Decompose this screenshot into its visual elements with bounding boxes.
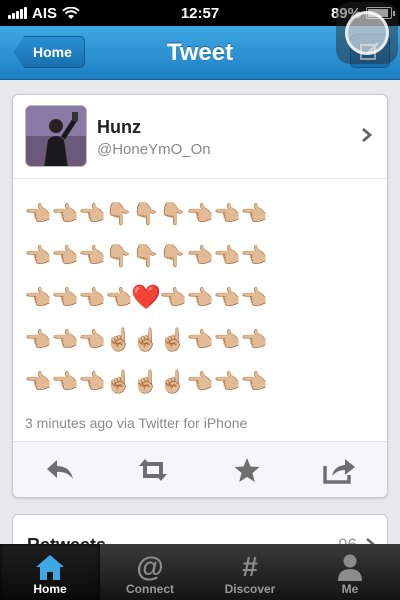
emoji: 👈🏼	[186, 327, 214, 352]
signal-icon	[8, 7, 27, 19]
emoji: 👈🏼	[186, 369, 214, 394]
emoji: 👈🏼	[186, 243, 214, 268]
emoji: 👈🏼	[78, 327, 106, 352]
profile-row[interactable]: Hunz @HoneYmO_On	[13, 95, 387, 179]
emoji: 👈🏼	[213, 201, 241, 226]
tab-home-label: Home	[33, 582, 67, 596]
emoji: 👇🏼	[132, 243, 160, 268]
tab-bar: Home @ Connect # Discover Me	[0, 544, 400, 600]
emoji: ☝🏼	[159, 327, 187, 352]
emoji: 👈🏼	[51, 201, 79, 226]
emoji: 👈🏼	[159, 285, 187, 310]
person-icon	[338, 554, 362, 581]
back-home-button[interactable]: Home	[14, 36, 85, 68]
home-icon	[36, 555, 64, 580]
tab-connect-label: Connect	[126, 582, 174, 596]
tweet-emoji-line: 👈🏼 👈🏼 👈🏼 👈🏼 ❤️ 👈🏼 👈🏼 👈🏼 👈🏼	[24, 277, 375, 319]
tab-discover-label: Discover	[224, 582, 276, 596]
reply-icon	[46, 459, 73, 479]
emoji: 👇🏼	[159, 243, 187, 268]
favorite-button[interactable]	[227, 450, 267, 490]
emoji: 👈🏼	[213, 327, 241, 352]
emoji: ☝🏼	[159, 369, 187, 394]
carrier-name: AIS	[32, 4, 58, 22]
emoji: 👈🏼	[78, 285, 106, 310]
emoji: ☝🏼	[132, 369, 160, 394]
tweet-action-bar	[13, 441, 387, 497]
user-name[interactable]: Hunz	[97, 117, 141, 138]
tweet-text: 👈🏼 👈🏼 👈🏼 👇🏼 👇🏼 👇🏼 👈🏼 👈🏼 👈🏼 👈🏼 👈🏼 👈🏼 👇🏼 👇🏼 👇🏼 👈🏼 👈🏼 👈🏼 👈🏼 👈🏼…	[13, 179, 387, 432]
emoji: 👇🏼	[105, 201, 133, 226]
emoji: ☝🏼	[132, 327, 160, 352]
emoji: 👈🏼	[24, 327, 52, 352]
emoji: ☝🏼	[105, 327, 133, 352]
emoji: 👇🏼	[105, 243, 133, 268]
emoji: ❤️	[131, 284, 161, 311]
emoji: 👈🏼	[24, 285, 52, 310]
tab-home[interactable]: Home	[0, 544, 100, 600]
tab-connect[interactable]: @ Connect	[100, 544, 200, 600]
emoji: 👈🏼	[24, 201, 52, 226]
emoji: 👈🏼	[240, 243, 268, 268]
chevron-right-icon	[362, 127, 373, 143]
wifi-icon	[62, 6, 80, 19]
assistive-touch-button[interactable]	[336, 2, 398, 64]
emoji: ☝🏼	[105, 369, 133, 394]
emoji: 👇🏼	[132, 201, 160, 226]
tab-me[interactable]: Me	[300, 544, 400, 600]
share-icon	[323, 458, 356, 484]
emoji: 👈🏼	[51, 369, 79, 394]
emoji: 👈🏼	[51, 327, 79, 352]
retweet-button[interactable]	[133, 450, 173, 490]
emoji: 👈🏼	[24, 243, 52, 268]
share-button[interactable]	[320, 450, 360, 490]
emoji: 👈🏼	[213, 285, 241, 310]
at-icon: @	[136, 551, 164, 582]
assistive-touch-icon	[345, 11, 389, 55]
page-title: Tweet	[166, 38, 234, 66]
tweet-emoji-line: 👈🏼 👈🏼 👈🏼 👇🏼 👇🏼 👇🏼 👈🏼 👈🏼 👈🏼	[24, 235, 375, 277]
emoji: 👈🏼	[213, 243, 241, 268]
favorite-icon	[234, 457, 260, 482]
emoji: 👈🏼	[240, 201, 268, 226]
emoji: 👈🏼	[240, 369, 268, 394]
tweet-meta: 3 minutes ago via Twitter for iPhone	[25, 415, 248, 431]
tab-me-label: Me	[341, 582, 359, 596]
emoji: 👈🏼	[51, 243, 79, 268]
avatar[interactable]	[25, 105, 87, 167]
emoji: 👈🏼	[240, 285, 268, 310]
emoji: 👈🏼	[105, 285, 133, 310]
tweet-card: Hunz @HoneYmO_On 👈🏼 👈🏼 👈🏼 👇🏼 👇🏼 👇🏼 👈🏼 👈🏼 👈🏼 👈🏼 👈🏼 👈…	[12, 94, 388, 498]
emoji: 👈🏼	[240, 327, 268, 352]
emoji: 👈🏼	[78, 243, 106, 268]
emoji: 👈🏼	[213, 369, 241, 394]
emoji: 👇🏼	[159, 201, 187, 226]
emoji: 👈🏼	[186, 285, 214, 310]
tweet-emoji-line: 👈🏼 👈🏼 👈🏼 👇🏼 👇🏼 👇🏼 👈🏼 👈🏼 👈🏼	[24, 193, 375, 235]
tweet-emoji-line: 👈🏼 👈🏼 👈🏼 ☝🏼 ☝🏼 ☝🏼 👈🏼 👈🏼 👈🏼	[24, 361, 375, 403]
retweet-icon	[139, 458, 168, 481]
tab-discover[interactable]: # Discover	[200, 544, 300, 600]
emoji: 👈🏼	[51, 285, 79, 310]
emoji: 👈🏼	[186, 201, 214, 226]
tweet-emoji-line: 👈🏼 👈🏼 👈🏼 ☝🏼 ☝🏼 ☝🏼 👈🏼 👈🏼 👈🏼	[24, 319, 375, 361]
emoji: 👈🏼	[78, 201, 106, 226]
reply-button[interactable]	[40, 450, 80, 490]
hashtag-icon: #	[242, 551, 258, 582]
emoji: 👈🏼	[24, 369, 52, 394]
emoji: 👈🏼	[78, 369, 106, 394]
user-handle: @HoneYmO_On	[97, 141, 211, 158]
